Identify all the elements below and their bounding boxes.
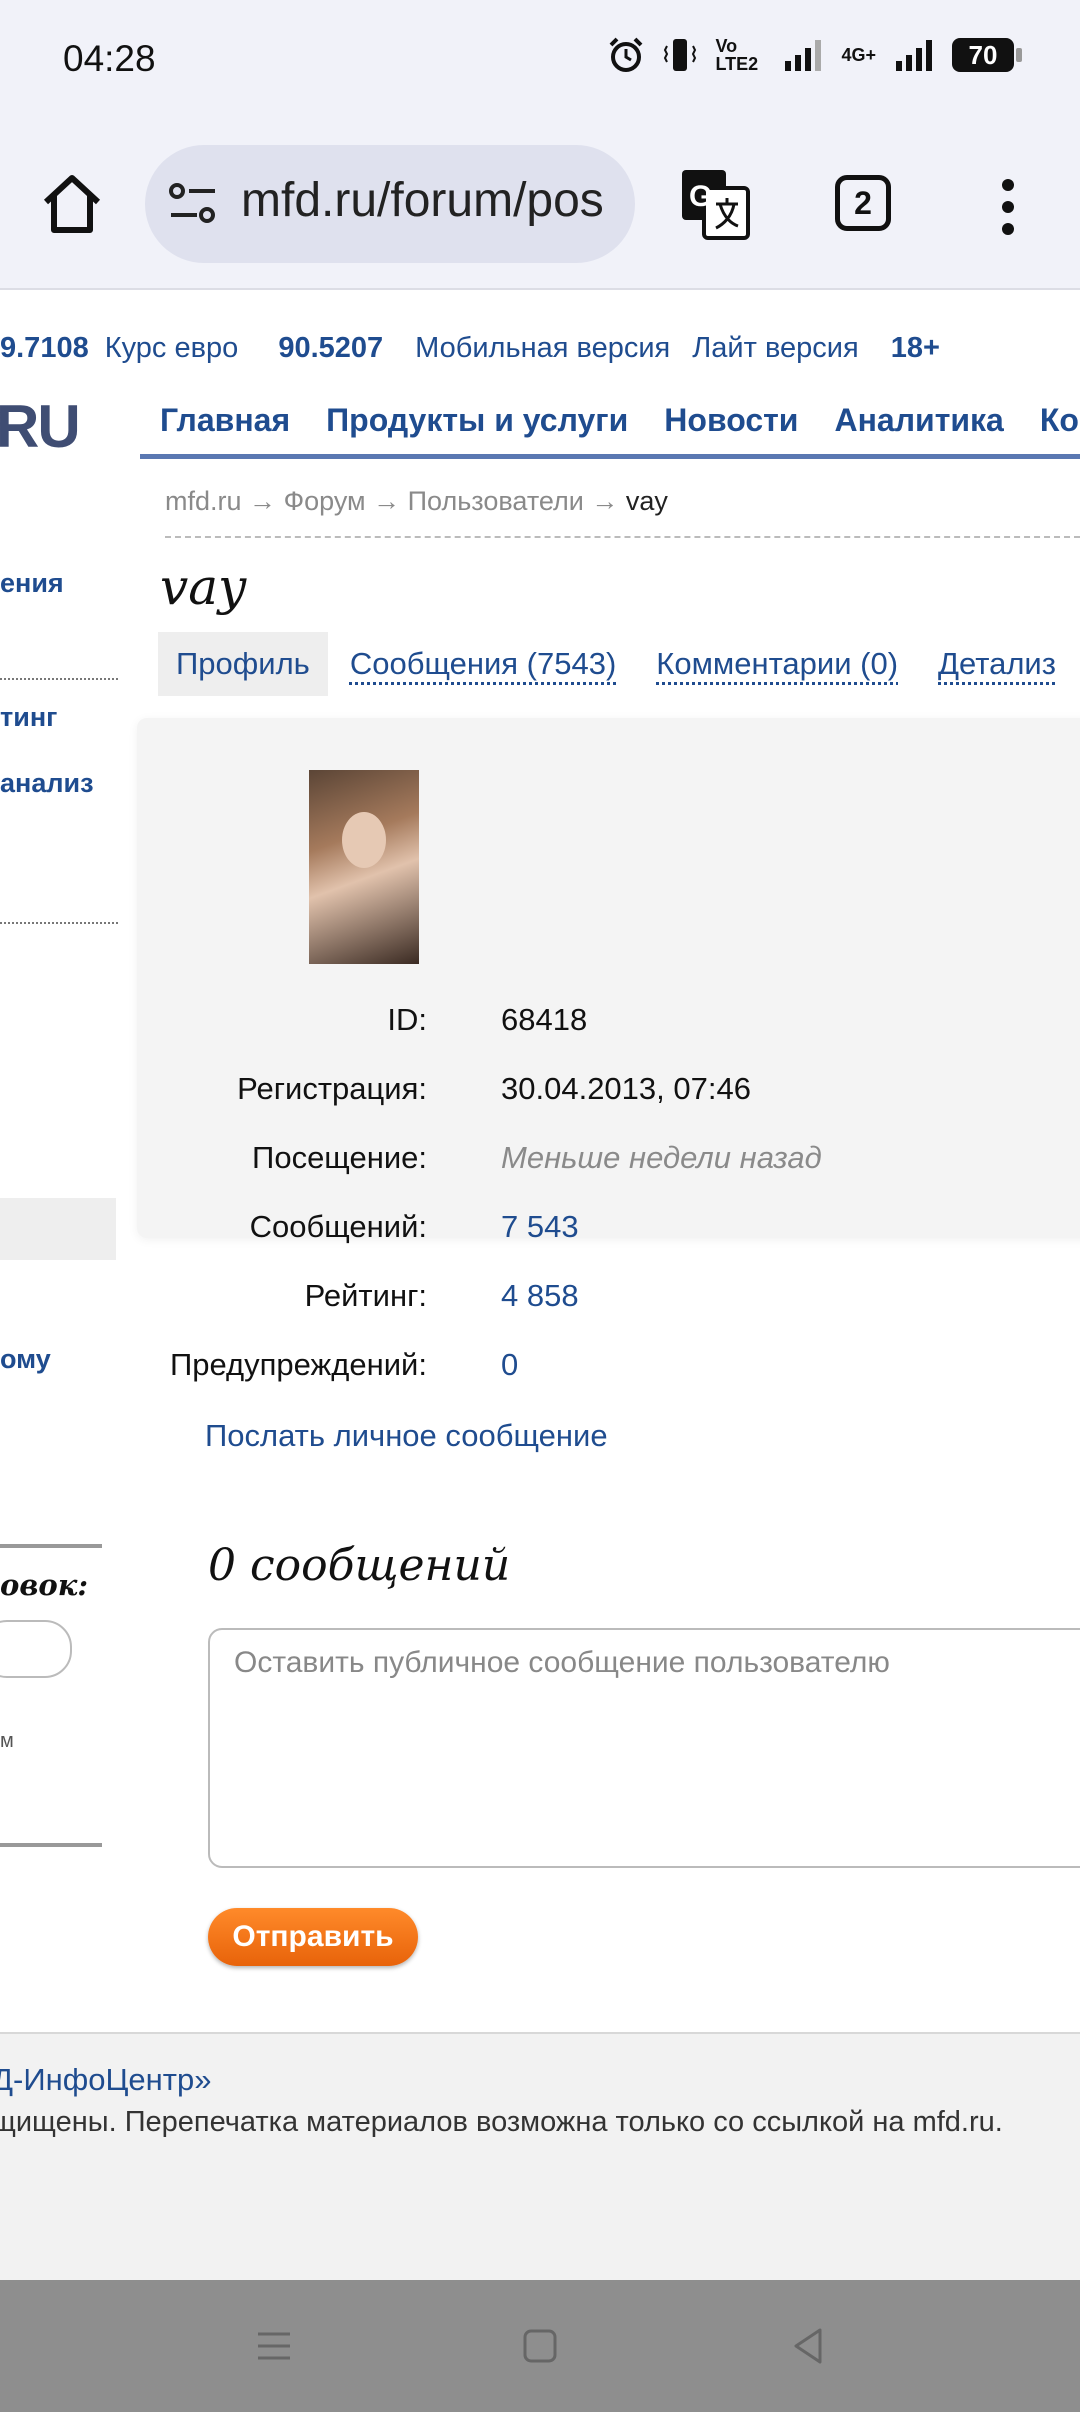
main-nav: Главная Продукты и услуги Новости Аналитика… xyxy=(160,402,1080,439)
visit-label: Посещение: xyxy=(252,1140,427,1175)
nav-analytics[interactable]: Аналитика xyxy=(834,402,1003,438)
sidebar-divider xyxy=(0,678,118,680)
sidebar-item-3[interactable]: анализ xyxy=(0,768,94,799)
rating-label: Рейтинг: xyxy=(304,1278,427,1313)
home-nav-icon[interactable] xyxy=(516,2322,564,2370)
nav-more[interactable]: Ко xyxy=(1040,402,1079,438)
site-settings-icon[interactable] xyxy=(167,181,219,227)
messages-count-title: 0 сообщений xyxy=(208,1540,511,1591)
id-value: 68418 xyxy=(501,1002,588,1037)
url-text: mfd.ru/forum/pos xyxy=(241,174,604,227)
status-icons: Vo LTE2 4G+ 70 xyxy=(607,36,1022,74)
4g-signal-icon xyxy=(896,40,932,71)
euro-rate: Курс евро 90.5207 xyxy=(105,332,383,364)
translate-icon[interactable]: G xyxy=(680,168,750,240)
footer-copyright: щищены. Перепечатка материалов возможна … xyxy=(0,2106,1003,2138)
site-logo[interactable]: RU xyxy=(0,392,81,461)
browser-toolbar: mfd.ru/forum/pos G 2 xyxy=(0,125,1080,290)
sidebar-input[interactable] xyxy=(0,1620,72,1678)
address-bar[interactable]: mfd.ru/forum/pos xyxy=(145,145,635,263)
signal-icon xyxy=(785,40,822,71)
nav-home[interactable]: Главная xyxy=(160,402,290,438)
usd-rate-value: 9.7108 xyxy=(0,332,89,364)
sidebar-divider xyxy=(0,922,118,924)
4g-label: 4G+ xyxy=(841,44,876,65)
euro-rate-value: 90.5207 xyxy=(278,332,384,364)
tab-profile[interactable]: Профиль xyxy=(158,632,328,696)
page-title: vay xyxy=(160,558,247,616)
breadcrumb-users[interactable]: Пользователи xyxy=(408,486,584,516)
usd-rate: 9.7108 xyxy=(0,332,89,364)
euro-rate-label: Курс евро xyxy=(104,332,239,364)
registration-value: 30.04.2013, 07:46 xyxy=(501,1071,751,1106)
profile-card: ID: 68418 Регистрация: 30.04.2013, 07:46… xyxy=(137,718,1080,1453)
system-nav-bar xyxy=(0,2280,1080,2412)
nav-news[interactable]: Новости xyxy=(664,402,798,438)
breadcrumb-home[interactable]: mfd.ru xyxy=(165,486,242,516)
tab-comments[interactable]: Комментарии (0) xyxy=(638,632,916,696)
nav-underline xyxy=(140,454,1080,459)
status-bar: 04:28 Vo LTE2 4G+ 70 xyxy=(0,0,1080,125)
send-button[interactable]: Отправить xyxy=(208,1908,418,1966)
age-badge: 18+ xyxy=(890,332,940,364)
breadcrumb-divider xyxy=(165,536,1080,538)
tab-switcher-button[interactable]: 2 xyxy=(835,175,891,231)
tab-details[interactable]: Детализ xyxy=(920,632,1074,696)
registration-label: Регистрация: xyxy=(237,1071,427,1106)
sidebar-rule xyxy=(0,1843,102,1847)
sidebar-item-4[interactable]: ому xyxy=(0,1344,51,1375)
warnings-label: Предупреждений: xyxy=(169,1347,427,1382)
visit-value: Меньше недели назад xyxy=(501,1140,822,1175)
breadcrumb-current: vay xyxy=(625,486,668,516)
recent-apps-icon[interactable] xyxy=(250,2322,298,2370)
vibrate-icon xyxy=(664,39,697,71)
footer-company-link[interactable]: Д-ИнфоЦентр» xyxy=(0,2062,211,2098)
nav-products[interactable]: Продукты и услуги xyxy=(326,402,628,438)
posts-label: Сообщений: xyxy=(249,1209,427,1244)
web-page: 9.7108 Курс евро 90.5207 Мобильная версия Л… xyxy=(0,290,1080,2280)
breadcrumb-sep: → xyxy=(591,486,619,516)
alarm-icon xyxy=(610,37,643,72)
footer: Д-ИнфоЦентр» щищены. Перепечатка материа… xyxy=(0,2032,1080,2280)
mobile-version-link[interactable]: Мобильная версия xyxy=(415,332,670,364)
breadcrumb: mfd.ru → Форум → Пользователи → vay xyxy=(165,486,668,517)
public-message-input[interactable]: Оставить публичное сообщение пользовател… xyxy=(208,1628,1080,1868)
tab-messages[interactable]: Сообщения (7543) xyxy=(332,632,634,696)
breadcrumb-sep: → xyxy=(249,486,277,516)
battery-level: 70 xyxy=(968,39,998,70)
home-icon[interactable] xyxy=(38,170,106,238)
sidebar-item-2[interactable]: тинг xyxy=(0,702,57,733)
posts-value-link[interactable]: 7 543 xyxy=(501,1209,579,1245)
profile-tabs: Профиль Сообщения (7543) Комментарии (0) Де… xyxy=(158,632,1078,696)
avatar xyxy=(309,770,419,964)
rates-strip: 9.7108 Курс евро 90.5207 Мобильная версия Л… xyxy=(0,332,972,365)
rating-value-link[interactable]: 4 858 xyxy=(501,1278,579,1314)
lite-version-link[interactable]: Лайт версия xyxy=(692,332,858,364)
sidebar-small-text: м xyxy=(0,1730,14,1752)
svg-text:G: G xyxy=(689,180,712,213)
sidebar-rule xyxy=(0,1544,102,1548)
breadcrumb-sep: → xyxy=(373,486,401,516)
warnings-value-link[interactable]: 0 xyxy=(501,1347,518,1383)
id-label: ID: xyxy=(387,1002,427,1037)
sidebar-item-1[interactable]: ения xyxy=(0,568,64,599)
back-icon[interactable] xyxy=(784,2322,832,2370)
sidebar-heading: овок: xyxy=(0,1568,89,1602)
volte-icon: Vo LTE2 xyxy=(715,36,759,74)
status-time: 04:28 xyxy=(63,38,156,79)
battery-icon: 70 xyxy=(952,38,1022,72)
breadcrumb-forum[interactable]: Форум xyxy=(284,486,366,516)
send-private-message-link[interactable]: Послать личное сообщение xyxy=(205,1418,608,1454)
more-menu-icon[interactable] xyxy=(998,177,1018,237)
